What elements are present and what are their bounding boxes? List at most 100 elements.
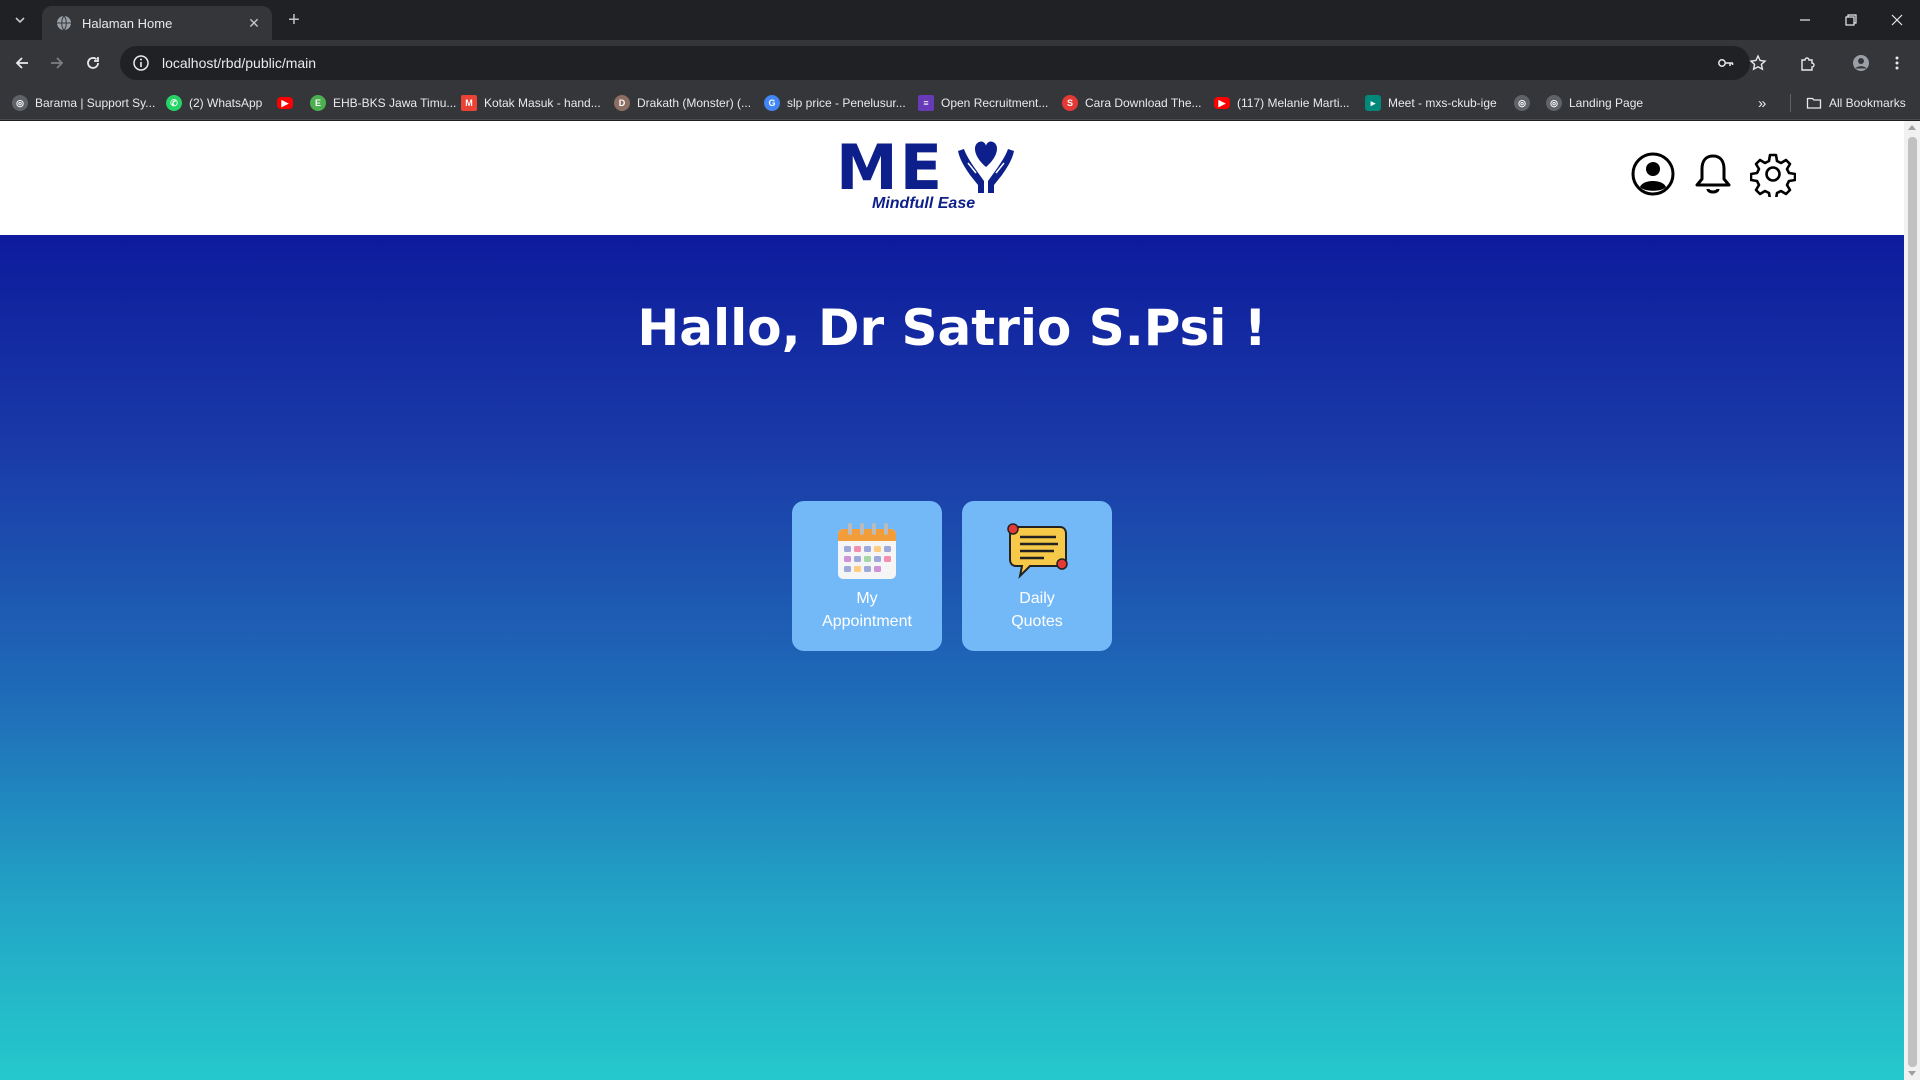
bookmark-item[interactable]: ✆ (2) WhatsApp bbox=[166, 92, 262, 114]
bookmark-label: Barama | Support Sy... bbox=[35, 96, 156, 110]
scrollbar-thumb[interactable] bbox=[1908, 137, 1917, 1067]
bookmark-item[interactable]: S Cara Download The... bbox=[1062, 92, 1202, 114]
page-scrollbar[interactable] bbox=[1904, 121, 1920, 1080]
restore-icon bbox=[1845, 14, 1857, 26]
back-button[interactable] bbox=[7, 48, 37, 78]
star-icon bbox=[1749, 54, 1767, 71]
forms-icon: ≡ bbox=[918, 95, 934, 111]
meet-icon: ▸ bbox=[1365, 95, 1381, 111]
key-icon bbox=[1718, 59, 1734, 67]
restore-button[interactable] bbox=[1828, 0, 1874, 40]
bell-icon bbox=[1695, 154, 1731, 194]
scroll-down-arrow-icon[interactable] bbox=[1908, 1071, 1916, 1076]
my-appointment-card[interactable]: My Appointment bbox=[792, 501, 942, 651]
hero-section: Hallo, Dr Satrio S.Psi ! My Appointment … bbox=[0, 235, 1904, 1080]
gear-icon bbox=[1749, 153, 1797, 201]
puzzle-icon bbox=[1801, 57, 1815, 71]
whatsapp-icon: ✆ bbox=[166, 95, 182, 111]
bookmark-item[interactable]: ▶ (117) Melanie Marti... bbox=[1214, 92, 1349, 114]
bookmark-item[interactable]: ◎ Barama | Support Sy... bbox=[12, 92, 155, 114]
password-key-button[interactable] bbox=[1711, 48, 1741, 78]
logo-subtitle: Mindfull Ease bbox=[872, 195, 976, 212]
bookmarks-bar: ◎ Barama | Support Sy... ✆ (2) WhatsApp ▶ … bbox=[0, 86, 1920, 120]
minimize-button[interactable] bbox=[1782, 0, 1828, 40]
profile-button[interactable] bbox=[1630, 151, 1676, 197]
card-label: My Appointment bbox=[792, 587, 942, 633]
forward-button[interactable] bbox=[42, 48, 72, 78]
site-icon: S bbox=[1062, 95, 1078, 111]
bookmark-item[interactable]: ◎ bbox=[1514, 92, 1537, 114]
card-label-line2: Quotes bbox=[1011, 613, 1063, 630]
tab-strip: Halaman Home ✕ + bbox=[0, 0, 1920, 40]
site-icon: D bbox=[614, 95, 630, 111]
bookmarks-overflow-button[interactable]: » bbox=[1758, 92, 1766, 114]
bookmark-item[interactable]: E EHB-BKS Jawa Timu... bbox=[310, 92, 456, 114]
bookmark-item[interactable]: ▶ bbox=[277, 92, 300, 114]
bookmark-label: Drakath (Monster) (... bbox=[637, 96, 752, 110]
arrow-left-icon bbox=[15, 57, 28, 69]
bookmark-star-button[interactable] bbox=[1743, 48, 1773, 78]
scroll-up-arrow-icon[interactable] bbox=[1908, 125, 1916, 130]
chat-bubble-icon bbox=[1007, 523, 1068, 580]
bookmark-item[interactable]: ≡ Open Recruitment... bbox=[918, 92, 1048, 114]
extensions-button[interactable] bbox=[1793, 48, 1823, 78]
folder-icon bbox=[1806, 97, 1822, 109]
youtube-icon: ▶ bbox=[1214, 97, 1230, 109]
user-circle-icon bbox=[1631, 152, 1675, 196]
bookmark-label: Meet - mxs-ckub-ige bbox=[1388, 96, 1497, 110]
youtube-icon: ▶ bbox=[277, 97, 293, 109]
bookmark-label: Cara Download The... bbox=[1085, 96, 1202, 110]
url-text[interactable]: localhost/rbd/public/main bbox=[162, 55, 316, 71]
settings-button[interactable] bbox=[1749, 151, 1797, 201]
chevron-down-icon bbox=[15, 17, 25, 24]
globe-icon: ◎ bbox=[1514, 95, 1530, 111]
more-vertical-icon bbox=[1895, 56, 1899, 70]
arrow-right-icon bbox=[51, 57, 64, 69]
close-icon bbox=[1891, 14, 1903, 26]
bookmark-item[interactable]: ◎ Landing Page bbox=[1546, 92, 1643, 114]
logo-text: ME bbox=[836, 131, 945, 204]
profile-avatar-icon bbox=[1853, 55, 1869, 71]
browser-menu-button[interactable] bbox=[1882, 48, 1912, 78]
bookmark-item[interactable]: Gslp price - Penelusur... bbox=[764, 92, 906, 114]
globe-icon: ◎ bbox=[12, 95, 28, 111]
browser-window: Halaman Home ✕ + localhost/rbd/public/ma… bbox=[0, 0, 1920, 1080]
globe-icon bbox=[57, 15, 71, 31]
all-bookmarks-button[interactable]: All Bookmarks bbox=[1806, 92, 1906, 114]
site-header: ME Mindfull Ease bbox=[0, 121, 1904, 235]
new-tab-button[interactable]: + bbox=[282, 8, 306, 32]
tab-title: Halaman Home bbox=[82, 15, 173, 31]
daily-quotes-card[interactable]: Daily Quotes bbox=[962, 501, 1112, 651]
bookmark-label: Landing Page bbox=[1569, 96, 1644, 110]
browser-toolbar: localhost/rbd/public/main bbox=[0, 40, 1920, 86]
card-label: Daily Quotes bbox=[962, 587, 1112, 633]
close-window-button[interactable] bbox=[1874, 0, 1920, 40]
card-label-line1: My bbox=[856, 590, 878, 607]
reload-icon bbox=[87, 57, 99, 69]
profile-button[interactable] bbox=[1846, 48, 1876, 78]
reload-button[interactable] bbox=[78, 48, 108, 78]
tab-search-button[interactable] bbox=[8, 8, 32, 32]
bookmark-label: EHB-BKS Jawa Timu... bbox=[333, 96, 457, 110]
bookmark-item[interactable]: ▸ Meet - mxs-ckub-ige bbox=[1365, 92, 1497, 114]
page-title: Hallo, Dr Satrio S.Psi ! bbox=[637, 299, 1267, 357]
bookmarks-divider bbox=[1790, 94, 1791, 112]
google-icon: G bbox=[764, 95, 780, 111]
card-label-line2: Appointment bbox=[822, 613, 912, 630]
bookmark-label: (117) Melanie Marti... bbox=[1237, 96, 1350, 110]
all-bookmarks-label: All Bookmarks bbox=[1829, 96, 1906, 110]
tab-close-icon[interactable]: ✕ bbox=[244, 13, 264, 33]
address-bar[interactable]: localhost/rbd/public/main bbox=[120, 46, 1750, 80]
gmail-icon: M bbox=[461, 95, 477, 111]
card-label-line1: Daily bbox=[1019, 590, 1055, 607]
notifications-button[interactable] bbox=[1690, 151, 1736, 197]
bookmark-item[interactable]: M Kotak Masuk - hand... bbox=[461, 92, 601, 114]
bookmark-label: Open Recruitment... bbox=[941, 96, 1049, 110]
calendar-icon bbox=[838, 523, 896, 579]
bookmark-item[interactable]: D Drakath (Monster) (... bbox=[614, 92, 751, 114]
bookmark-label: Kotak Masuk - hand... bbox=[484, 96, 601, 110]
site-info-icon[interactable] bbox=[132, 54, 150, 72]
tab-active[interactable]: Halaman Home ✕ bbox=[42, 6, 272, 40]
page-viewport: ME Mindfull Ease Hallo, Dr Satrio S.Psi … bbox=[0, 121, 1904, 1080]
site-logo[interactable]: ME Mindfull Ease bbox=[836, 135, 1016, 217]
